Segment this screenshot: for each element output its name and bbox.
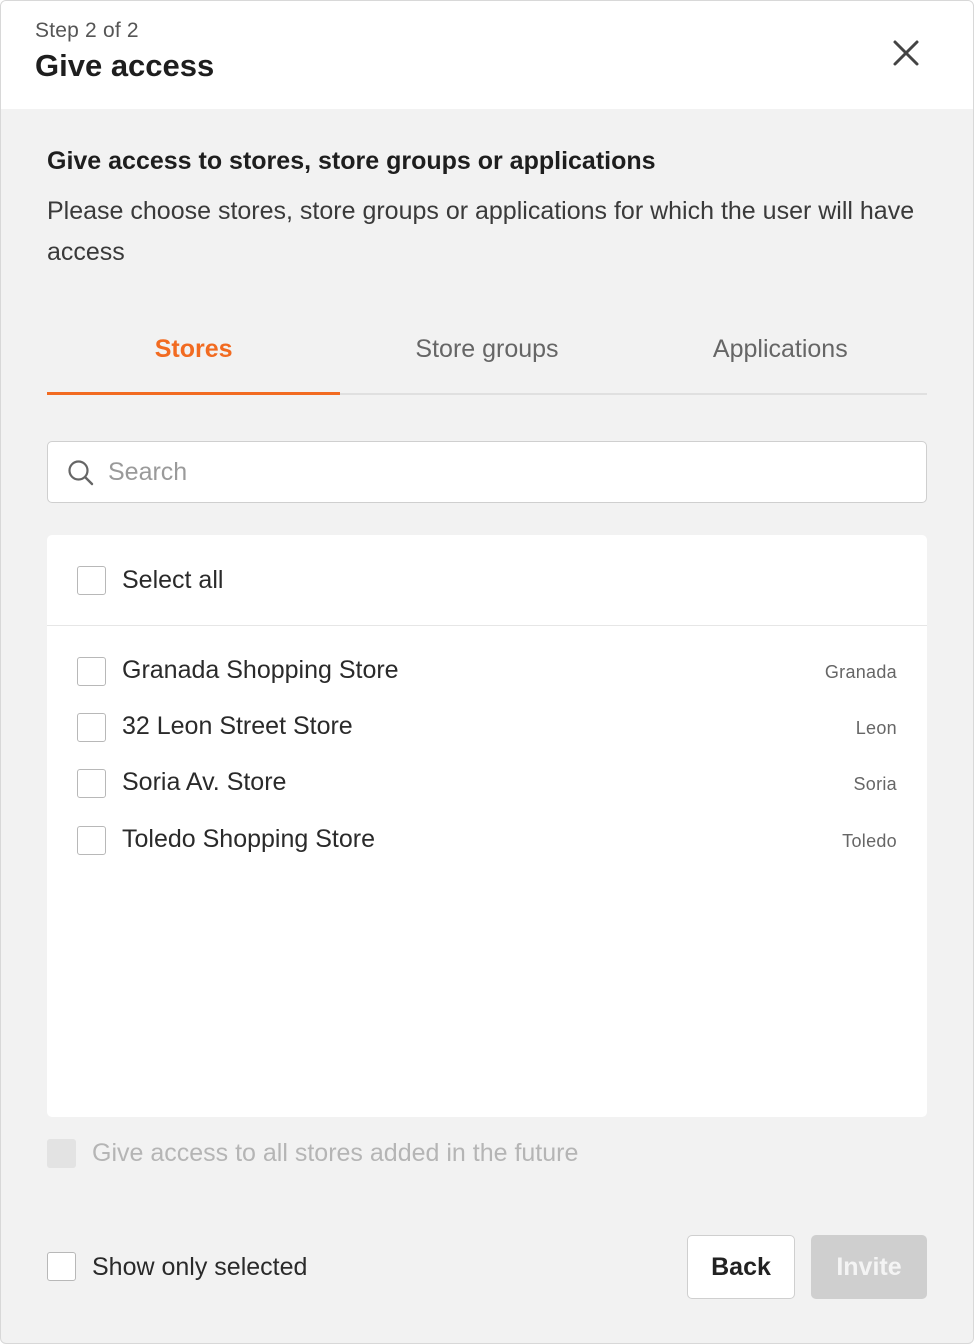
tab-stores[interactable]: Stores [47,325,341,395]
store-city: Soria [853,774,897,794]
store-checkbox[interactable] [77,769,106,798]
future-stores-option: Give access to all stores added in the f… [47,1139,747,1171]
future-stores-label: Give access to all stores added in the f… [92,1139,579,1167]
tab-store-groups[interactable]: Store groups [340,325,633,393]
list-item[interactable]: Toledo Shopping Store Toledo [47,816,927,866]
show-only-selected-checkbox[interactable] [47,1252,76,1281]
back-button[interactable]: Back [687,1235,795,1299]
dialog-content: Give access to stores, store groups or a… [1,109,973,1343]
step-indicator: Step 2 of 2 [35,19,139,42]
section-title: Give access to stores, store groups or a… [47,147,656,175]
future-stores-checkbox [47,1139,76,1168]
tab-bar: Stores Store groups Applications [47,325,927,395]
list-item[interactable]: Soria Av. Store Soria [47,759,927,809]
select-all-checkbox[interactable] [77,566,106,595]
store-checkbox[interactable] [77,713,106,742]
store-checkbox[interactable] [77,657,106,686]
show-only-selected-toggle[interactable]: Show only selected [47,1252,447,1284]
close-icon[interactable] [889,36,923,70]
show-only-selected-label: Show only selected [92,1253,308,1281]
select-all-row[interactable]: Select all [47,535,927,626]
store-name: Toledo Shopping Store [122,825,375,853]
search-box [47,441,927,503]
store-name: Soria Av. Store [122,768,287,796]
list-item[interactable]: 32 Leon Street Store Leon [47,703,927,753]
store-city: Toledo [842,831,897,851]
invite-button[interactable]: Invite [811,1235,927,1299]
store-checkbox[interactable] [77,826,106,855]
store-name: 32 Leon Street Store [122,712,353,740]
store-city: Leon [855,718,897,738]
list-item[interactable]: Granada Shopping Store Granada [47,647,927,697]
section-description: Please choose stores, store groups or ap… [47,197,915,266]
store-name: Granada Shopping Store [122,656,399,684]
give-access-dialog: Step 2 of 2 Give access Give access to s… [0,0,974,1344]
tab-applications[interactable]: Applications [634,325,927,393]
select-all-label: Select all [122,566,224,594]
search-icon [66,458,96,488]
store-city: Granada [824,662,897,682]
dialog-title: Give access [35,48,215,83]
store-list: Select all Granada Shopping Store Granad… [47,535,927,1117]
dialog-header: Step 2 of 2 Give access [1,1,973,109]
search-input[interactable] [108,450,908,494]
